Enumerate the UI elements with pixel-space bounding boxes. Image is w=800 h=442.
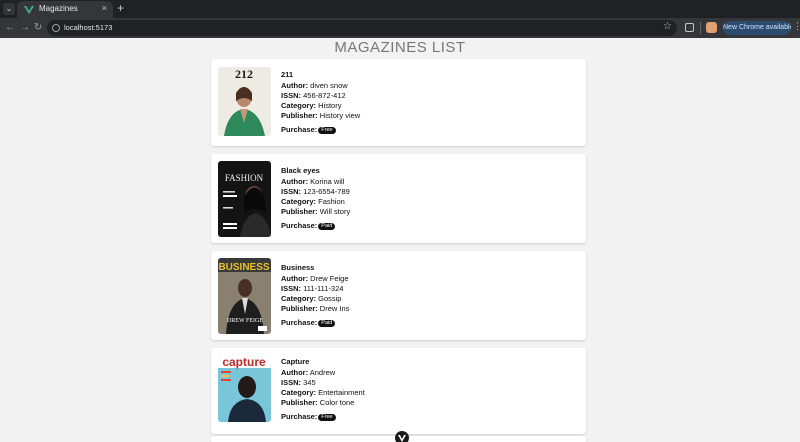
- tab-close-icon[interactable]: ×: [102, 3, 107, 13]
- magazine-details: Business Author: Drew Feige ISSN: 111-11…: [281, 263, 349, 328]
- issn-value: 345: [303, 378, 316, 387]
- toolbar-divider: [700, 22, 701, 34]
- new-chrome-available-button[interactable]: New Chrome available: [723, 21, 791, 35]
- category-value: History: [318, 101, 342, 110]
- vue-logo-icon: [24, 6, 34, 14]
- address-bar[interactable]: localhost:5173 ☆: [47, 20, 677, 36]
- author-label: Author:: [281, 274, 309, 283]
- category-label: Category:: [281, 388, 317, 397]
- svg-text:BUSINESS: BUSINESS: [218, 262, 269, 273]
- category-value: Entertainment: [318, 388, 365, 397]
- forward-icon[interactable]: →: [20, 21, 30, 34]
- new-tab-button[interactable]: +: [117, 2, 124, 14]
- publisher-value: Color tone: [319, 398, 355, 407]
- magazine-cover-image: 212: [218, 67, 271, 136]
- purchase-label: Purchase:: [281, 412, 318, 421]
- purchase-label: Purchase:: [281, 318, 318, 327]
- menu-kebab-icon[interactable]: ⋮: [793, 21, 800, 32]
- issn-label: ISSN:: [281, 91, 302, 100]
- magazine-card[interactable]: capture Capture Author: Andrew ISSN: 345…: [211, 348, 586, 434]
- site-info-icon[interactable]: [52, 24, 60, 32]
- purchase-badge: Paid: [318, 319, 336, 327]
- publisher-value: History view: [319, 111, 361, 120]
- magazine-details: Black eyes Author: Korina will ISSN: 123…: [281, 166, 350, 231]
- svg-text:DREW FEIGE: DREW FEIGE: [227, 318, 263, 324]
- category-label: Category:: [281, 101, 317, 110]
- magazine-card[interactable]: BUSINESS DREW FEIGE Business Author: Dre…: [211, 251, 586, 340]
- svg-text:capture: capture: [222, 355, 266, 369]
- purchase-badge: Free: [318, 413, 336, 421]
- purchase-label: Purchase:: [281, 125, 318, 134]
- publisher-value: Drew Ins: [319, 304, 350, 313]
- vue-devtools-icon[interactable]: [395, 431, 409, 442]
- issn-label: ISSN:: [281, 378, 302, 387]
- magazine-card[interactable]: FASHION Black eyes Author: Korina will I…: [211, 154, 586, 243]
- magazine-cover-image: BUSINESS DREW FEIGE: [218, 258, 271, 334]
- bookmark-star-icon[interactable]: ☆: [663, 21, 672, 32]
- tab-search-icon[interactable]: ⌄: [3, 3, 15, 15]
- browser-toolbar: ← → ↻ localhost:5173 ☆ New Chrome availa…: [0, 18, 800, 38]
- url-text[interactable]: localhost:5173: [64, 23, 112, 32]
- purchase-label: Purchase:: [281, 221, 318, 230]
- browser-tab-bar: ⌄ Magazines × +: [0, 0, 800, 18]
- extensions-icon[interactable]: [685, 23, 694, 32]
- author-label: Author:: [281, 81, 309, 90]
- magazine-cover-image: capture: [218, 355, 271, 422]
- issn-label: ISSN:: [281, 187, 302, 196]
- magazine-title: Capture: [281, 357, 310, 366]
- reload-icon[interactable]: ↻: [34, 21, 42, 34]
- author-value: diven snow: [310, 81, 348, 90]
- browser-tab[interactable]: Magazines ×: [17, 1, 113, 18]
- page-title: MAGAZINES LIST: [334, 39, 466, 56]
- back-icon[interactable]: ←: [5, 21, 15, 34]
- issn-value: 123-6554-789: [303, 187, 350, 196]
- publisher-value: Will story: [319, 207, 351, 216]
- category-label: Category:: [281, 294, 317, 303]
- svg-text:212: 212: [235, 67, 253, 81]
- svg-text:FASHION: FASHION: [225, 173, 264, 183]
- tab-title: Magazines: [39, 4, 78, 13]
- magazine-title: Black eyes: [281, 166, 320, 175]
- page-content: MAGAZINES LIST 212 211 Author: diven sno…: [0, 38, 800, 442]
- author-value: Drew Feige: [310, 274, 349, 283]
- magazine-card[interactable]: 212 211 Author: diven snow ISSN: 456-872…: [211, 59, 586, 146]
- magazine-cover-image: FASHION: [218, 161, 271, 237]
- category-value: Gossip: [318, 294, 342, 303]
- author-value: Andrew: [309, 368, 336, 377]
- profile-avatar-icon[interactable]: [706, 22, 717, 33]
- purchase-badge: Free: [318, 126, 336, 134]
- category-label: Category:: [281, 197, 317, 206]
- magazine-details: 211 Author: diven snow ISSN: 456-872-412…: [281, 70, 360, 135]
- publisher-label: Publisher:: [281, 398, 318, 407]
- category-value: Fashion: [318, 197, 345, 206]
- publisher-label: Publisher:: [281, 207, 318, 216]
- magazine-title: Business: [281, 263, 315, 272]
- author-label: Author:: [281, 177, 309, 186]
- purchase-badge: Paid: [318, 222, 336, 230]
- issn-value: 111-111-324: [303, 284, 344, 293]
- author-value: Korina will: [310, 177, 345, 186]
- issn-value: 456-872-412: [303, 91, 346, 100]
- magazine-details: Capture Author: Andrew ISSN: 345 Categor…: [281, 357, 365, 422]
- magazine-title: 211: [281, 70, 294, 79]
- publisher-label: Publisher:: [281, 304, 318, 313]
- publisher-label: Publisher:: [281, 111, 318, 120]
- author-label: Author:: [281, 368, 309, 377]
- issn-label: ISSN:: [281, 284, 302, 293]
